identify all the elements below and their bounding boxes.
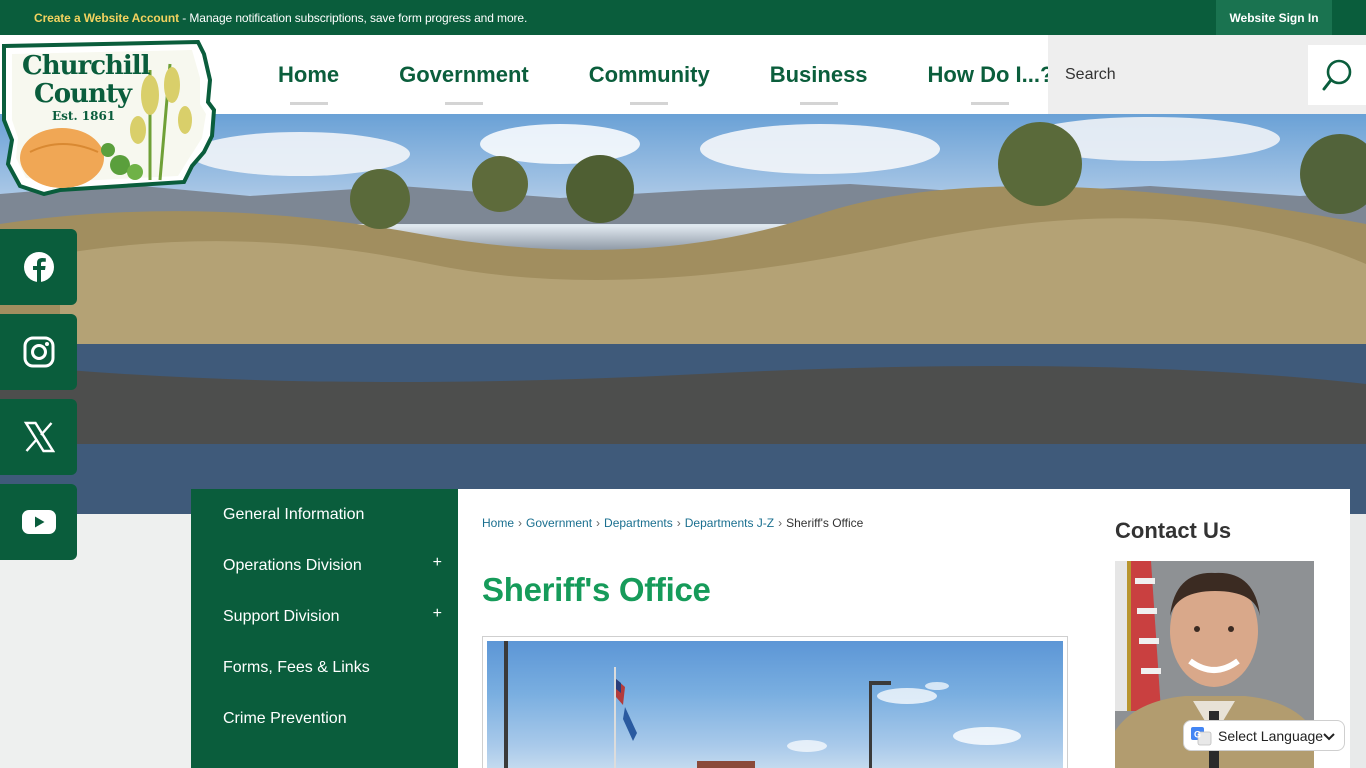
instagram-link[interactable] xyxy=(0,314,77,390)
facebook-link[interactable] xyxy=(0,229,77,305)
nav-label: How Do I...? xyxy=(927,61,1054,87)
page-title: Sheriff's Office xyxy=(482,571,711,608)
website-sign-in-button[interactable]: Website Sign In xyxy=(1216,0,1332,35)
expand-icon[interactable]: + xyxy=(433,554,442,572)
svg-text:G: G xyxy=(1194,729,1201,739)
nav-item-government[interactable]: Government xyxy=(369,35,559,114)
search-button[interactable] xyxy=(1308,45,1366,105)
contact-us-heading: Contact Us xyxy=(1115,518,1232,543)
account-message: Create a Website Account - Manage notifi… xyxy=(34,11,527,25)
google-translate-icon: G xyxy=(1191,726,1212,745)
nav-underline xyxy=(289,102,328,105)
sheriff-office-photo xyxy=(487,641,1063,768)
logo-line-3: Est. 1861 xyxy=(52,109,116,123)
sidebar-item-label: Support Division xyxy=(223,607,340,625)
sidebar-item-general-information[interactable]: General Information xyxy=(191,489,458,540)
breadcrumb-departments[interactable]: Departments xyxy=(604,516,673,530)
language-select[interactable]: G Select Language xyxy=(1183,720,1345,751)
breadcrumb-home[interactable]: Home xyxy=(482,516,514,530)
nav-label: Business xyxy=(769,61,868,87)
breadcrumb-departments-j-z[interactable]: Departments J-Z xyxy=(685,516,774,530)
create-account-link[interactable]: Create a Website Account xyxy=(34,11,179,25)
main-nav: Home Government Community Business How D… xyxy=(248,35,1083,114)
sidebar-item-support-division[interactable]: Support Division + xyxy=(191,591,458,642)
breadcrumb-separator: › xyxy=(518,516,523,530)
logo-line-2: County xyxy=(34,79,132,109)
logo-line-1: Churchill xyxy=(22,51,151,81)
top-utility-bar: Create a Website Account - Manage notifi… xyxy=(0,0,1366,35)
nav-underline xyxy=(444,102,483,105)
nav-label: Home xyxy=(278,61,340,87)
nav-label: Community xyxy=(588,61,710,87)
x-twitter-link[interactable] xyxy=(0,399,77,475)
page-margin xyxy=(1350,514,1366,768)
breadcrumb-separator: › xyxy=(676,516,681,530)
sidebar-item-label: General Information xyxy=(223,505,365,523)
search-icon xyxy=(1322,59,1352,91)
breadcrumb: Home › Government › Departments › Departments … xyxy=(482,516,863,530)
sidebar-item-forms-fees-links[interactable]: Forms, Fees & Links xyxy=(191,642,458,693)
x-icon xyxy=(23,421,55,453)
breadcrumb-current: Sheriff's Office xyxy=(786,516,864,530)
nav-underline xyxy=(630,102,669,105)
account-message-text: - Manage notification subscriptions, sav… xyxy=(178,11,528,25)
facebook-icon xyxy=(23,252,54,282)
expand-icon[interactable]: + xyxy=(433,605,442,623)
search-input[interactable] xyxy=(1048,35,1298,114)
sidebar-item-label: Crime Prevention xyxy=(223,709,347,727)
language-select-label: Select Language xyxy=(1218,727,1324,744)
sidebar-item-operations-division[interactable]: Operations Division + xyxy=(191,540,458,591)
youtube-icon xyxy=(21,510,56,534)
nav-label: Government xyxy=(399,61,529,87)
search-box xyxy=(1048,35,1366,114)
youtube-link[interactable] xyxy=(0,484,77,560)
chevron-down-icon xyxy=(1323,733,1335,741)
nav-item-community[interactable]: Community xyxy=(559,35,740,114)
instagram-icon xyxy=(23,336,54,368)
sidebar-item-label: Operations Division xyxy=(223,556,362,574)
sidebar-item-label: Forms, Fees & Links xyxy=(223,658,370,676)
sheriff-office-photo-frame xyxy=(482,636,1068,768)
breadcrumb-separator: › xyxy=(596,516,601,530)
sidebar-item-crime-prevention[interactable]: Crime Prevention xyxy=(191,693,458,744)
nav-underline xyxy=(971,102,1010,105)
nav-underline xyxy=(799,102,838,105)
breadcrumb-separator: › xyxy=(778,516,783,530)
nav-item-business[interactable]: Business xyxy=(740,35,898,114)
nav-item-home[interactable]: Home xyxy=(248,35,369,114)
breadcrumb-government[interactable]: Government xyxy=(526,516,592,530)
section-sidebar-nav: General Information Operations Division … xyxy=(191,489,458,768)
county-logo[interactable]: Churchill County Est. 1861 xyxy=(0,39,218,197)
